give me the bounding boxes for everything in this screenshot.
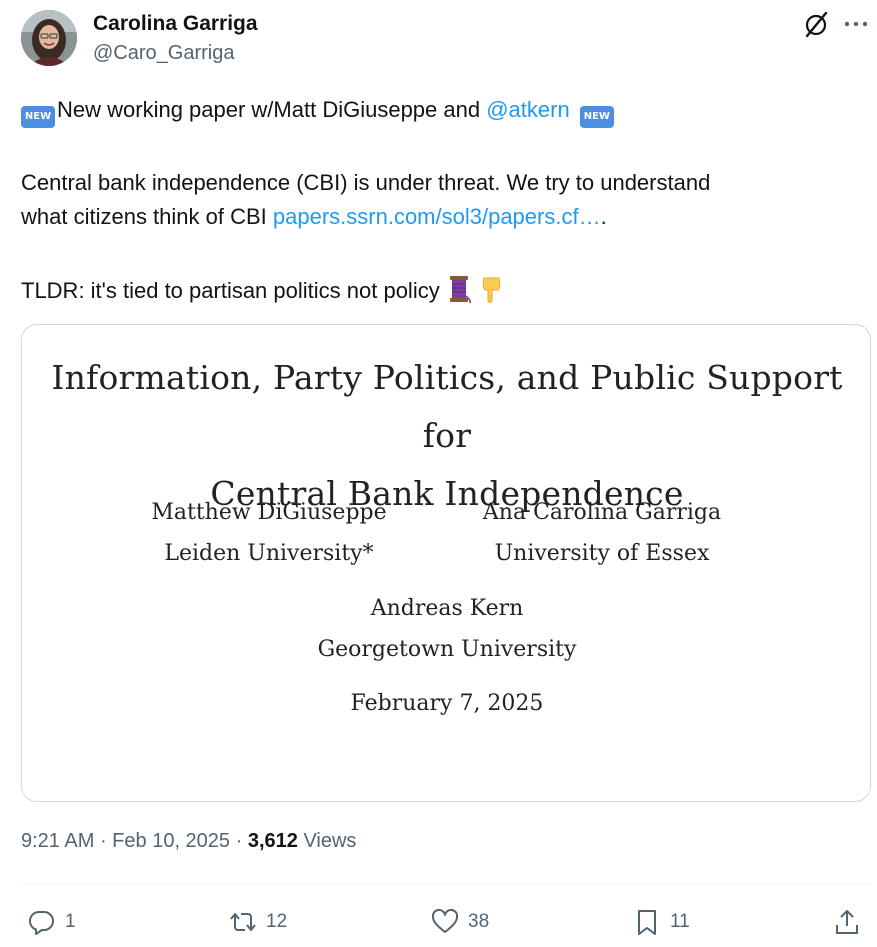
mention-link[interactable]: @atkern: [486, 97, 569, 122]
paper-author-3: Andreas Kern Georgetown University: [22, 588, 870, 670]
author3-name: Andreas Kern: [370, 596, 524, 621]
paper-preview-card[interactable]: Information, Party Politics, and Public …: [21, 324, 871, 802]
new-badge-icon: NEW: [579, 106, 614, 128]
repost-icon: [230, 913, 256, 931]
tweet-cbi-text: what citizens think of CBI: [21, 204, 273, 229]
repost-button[interactable]: 12: [228, 906, 287, 938]
author2-name: Ana Carolina Garriga: [482, 500, 722, 525]
paper-title-line-1: Information, Party Politics, and Public …: [51, 358, 843, 455]
views-count: 3,612: [247, 830, 298, 852]
bookmark-icon: [638, 910, 656, 935]
tweet-intro-text: New working paper w/Matt DiGiuseppe and: [57, 97, 487, 122]
tweet-line-3: what citizens think of CBI papers.ssrn.c…: [21, 200, 871, 234]
like-button[interactable]: 38: [430, 906, 489, 938]
tweet-line-4: TLDR: it's tied to partisan politics not…: [21, 274, 871, 308]
author1-affiliation: Leiden University*: [164, 541, 374, 566]
meta-separator: ·: [230, 830, 248, 852]
views-label: Views: [297, 830, 357, 852]
bookmark-count: 11: [670, 911, 690, 932]
tweet-line-2: Central bank independence (CBI) is under…: [21, 170, 711, 195]
tweet-date[interactable]: Feb 10, 2025: [112, 830, 230, 852]
paper-author-1: Matthew DiGiuseppe Leiden University*: [129, 492, 409, 574]
repost-count: 12: [266, 911, 288, 932]
paper-link[interactable]: papers.ssrn.com/sol3/papers.cf…: [273, 204, 601, 229]
paper-author-2: Ana Carolina Garriga University of Essex: [452, 492, 752, 574]
tweet-header: Carolina Garriga @Caro_Garriga: [21, 8, 871, 72]
tweet-line-1: NEW New working paper w/Matt DiGiuseppe a…: [21, 93, 871, 128]
reply-icon: [28, 910, 54, 935]
author2-affiliation: University of Essex: [494, 541, 710, 566]
meta-separator: ·: [94, 830, 113, 852]
reply-count: 1: [65, 911, 76, 932]
more-options-icon[interactable]: [841, 10, 871, 38]
reply-button[interactable]: 1: [27, 906, 76, 938]
grok-icon[interactable]: [803, 10, 829, 38]
author-handle[interactable]: @Caro_Garriga: [93, 42, 234, 65]
paper-date: February 7, 2025: [350, 691, 544, 716]
tweet-period: .: [600, 204, 607, 229]
tweet-time[interactable]: 9:21 AM: [21, 830, 94, 852]
share-icon: [836, 910, 858, 934]
like-count: 38: [468, 911, 490, 932]
share-button[interactable]: [832, 906, 862, 938]
pointing-down-emoji: [478, 274, 504, 304]
new-badge-icon: NEW: [21, 106, 55, 128]
avatar[interactable]: [21, 10, 77, 66]
heart-icon: [431, 908, 459, 933]
author3-affiliation: Georgetown University: [317, 637, 577, 662]
bookmark-button[interactable]: 11: [632, 906, 690, 938]
tweet-tldr-text: TLDR: it's tied to partisan politics not…: [21, 278, 440, 303]
author-name[interactable]: Carolina Garriga: [93, 12, 258, 36]
tweet-meta: 9:21 AM · Feb 10, 2025 · 3,612 Views: [21, 830, 356, 853]
divider: [21, 884, 871, 885]
thread-spool-emoji: [446, 274, 472, 304]
author1-name: Matthew DiGiuseppe: [151, 500, 387, 525]
